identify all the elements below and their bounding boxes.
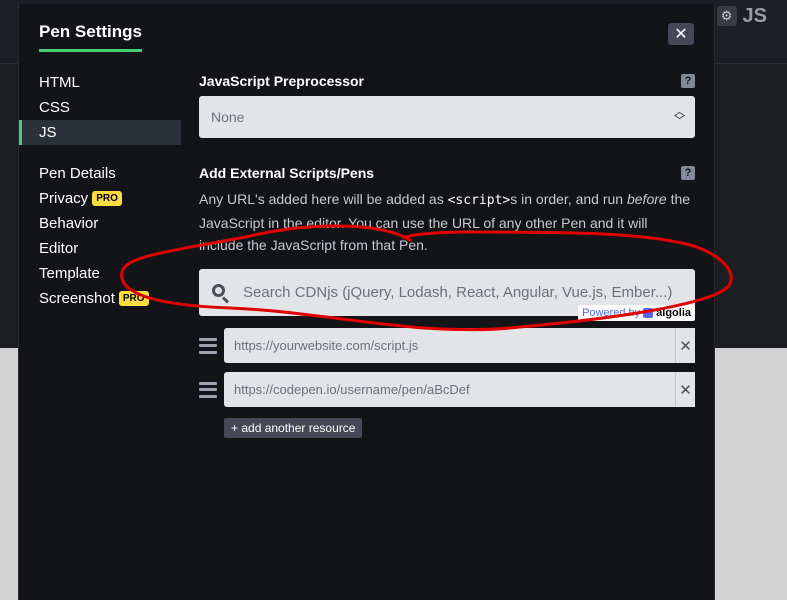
preprocessor-selected-value: None: [211, 109, 245, 125]
nav-item-behavior[interactable]: Behavior: [19, 211, 181, 236]
resource-row: https://yourwebsite.com/script.js ✕: [199, 328, 695, 363]
settings-nav: HTML CSS JS Pen Details Privacy PRO Behav…: [19, 70, 181, 311]
resource-url-input[interactable]: https://yourwebsite.com/script.js: [224, 328, 675, 363]
gear-icon[interactable]: ⚙: [716, 6, 737, 26]
resource-placeholder: https://codepen.io/username/pen/aBcDef: [234, 382, 470, 397]
search-icon: [211, 283, 231, 304]
add-resource-button[interactable]: + add another resource: [224, 418, 363, 438]
pro-badge: PRO: [118, 291, 149, 306]
nav-item-label: CSS: [39, 99, 70, 116]
remove-resource-button[interactable]: ✕: [675, 328, 695, 363]
help-icon[interactable]: ?: [681, 166, 695, 180]
nav-item-label: HTML: [39, 74, 80, 91]
desc-emphasis: before: [626, 191, 667, 207]
nav-item-privacy[interactable]: Privacy PRO: [19, 186, 181, 211]
nav-item-screenshot[interactable]: Screenshot PRO: [19, 286, 181, 311]
preprocessor-select[interactable]: None ︿ ﹀: [199, 96, 695, 138]
nav-item-editor[interactable]: Editor: [19, 236, 181, 261]
desc-text: Any URL's added here will be added as: [199, 191, 448, 207]
resource-placeholder: https://yourwebsite.com/script.js: [234, 338, 419, 353]
nav-item-js[interactable]: JS: [19, 120, 181, 145]
close-icon: ✕: [679, 337, 692, 355]
powered-by-label: Powered by: [582, 307, 641, 319]
nav-item-label: JS: [39, 124, 57, 141]
nav-item-label: Pen Details: [39, 165, 116, 182]
close-icon: ✕: [674, 26, 688, 43]
nav-item-label: Behavior: [39, 215, 99, 232]
preprocessor-header: JavaScript Preprocessor ?: [199, 70, 695, 92]
search-placeholder: Search CDNjs (jQuery, Lodash, React, Ang…: [243, 284, 673, 301]
nav-item-label: Template: [39, 265, 100, 282]
powered-by-algolia[interactable]: Powered by algolia: [578, 305, 695, 321]
external-scripts-header: Add External Scripts/Pens ?: [199, 162, 695, 184]
remove-resource-button[interactable]: ✕: [675, 372, 695, 407]
resource-row: https://codepen.io/username/pen/aBcDef ✕: [199, 372, 695, 407]
nav-gap: [19, 145, 181, 161]
modal-title: Pen Settings: [39, 22, 142, 52]
resource-url-input[interactable]: https://codepen.io/username/pen/aBcDef: [224, 372, 675, 407]
close-button[interactable]: ✕: [668, 23, 694, 45]
nav-item-template[interactable]: Template: [19, 261, 181, 286]
chevron-up-down-icon: ︿ ﹀: [674, 106, 685, 127]
js-settings-content: JavaScript Preprocessor ? None ︿ ﹀ Add Ex…: [199, 70, 695, 438]
preprocessor-title: JavaScript Preprocessor: [199, 73, 364, 89]
nav-item-html[interactable]: HTML: [19, 70, 181, 95]
nav-item-label: Editor: [39, 240, 79, 257]
algolia-logo-icon: [643, 308, 654, 318]
nav-item-label: Screenshot: [39, 290, 115, 307]
external-scripts-description: Any URL's added here will be added as <s…: [199, 188, 695, 256]
close-icon: ✕: [679, 381, 692, 399]
desc-code: <script>: [447, 193, 511, 208]
pro-badge: PRO: [92, 191, 122, 206]
nav-item-pen-details[interactable]: Pen Details: [19, 161, 181, 186]
drag-handle-icon[interactable]: [199, 381, 217, 398]
nav-item-css[interactable]: CSS: [19, 95, 181, 120]
js-panel-label: JS: [742, 4, 767, 27]
desc-text: s in order, and run: [510, 191, 627, 207]
drag-handle-icon[interactable]: [199, 337, 217, 354]
pen-settings-modal: Pen Settings ✕ HTML CSS JS Pen Details P…: [18, 4, 715, 600]
algolia-label: algolia: [656, 307, 691, 319]
js-panel-header[interactable]: ⚙ JS: [716, 4, 767, 28]
external-scripts-title: Add External Scripts/Pens: [199, 165, 375, 181]
help-icon[interactable]: ?: [681, 74, 695, 88]
nav-item-label: Privacy: [39, 190, 89, 207]
